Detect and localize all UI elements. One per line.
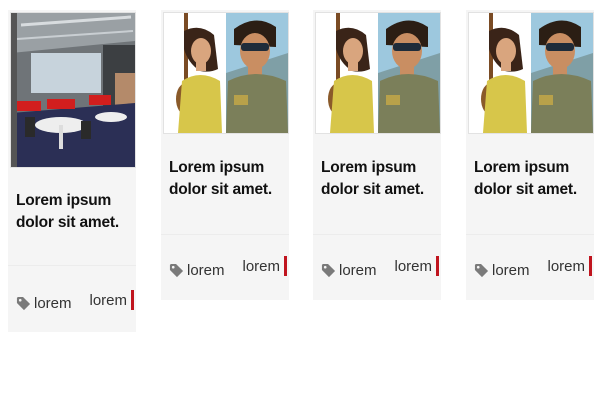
card-divider bbox=[313, 234, 441, 235]
tag-icon bbox=[321, 263, 336, 277]
article-tag[interactable]: lorem bbox=[16, 292, 72, 314]
tag-label[interactable]: lorem bbox=[492, 262, 530, 279]
article-card[interactable]: Lorem ipsum dolor sit amet. lorem lorem bbox=[8, 10, 136, 332]
tag-icon bbox=[16, 296, 31, 310]
article-card[interactable]: Lorem ipsum dolor sit amet. lorem lorem bbox=[161, 10, 289, 300]
tag-icon bbox=[169, 263, 184, 277]
article-author[interactable]: lorem bbox=[242, 256, 287, 276]
article-image-couple[interactable] bbox=[315, 12, 441, 134]
article-card[interactable]: Lorem ipsum dolor sit amet. lorem lorem bbox=[313, 10, 441, 300]
article-title[interactable]: Lorem ipsum dolor sit amet. bbox=[474, 157, 588, 201]
article-title[interactable]: Lorem ipsum dolor sit amet. bbox=[169, 157, 283, 201]
article-card[interactable]: Lorem ipsum dolor sit amet. lorem lorem bbox=[466, 10, 594, 300]
article-tag[interactable]: lorem bbox=[321, 259, 377, 281]
article-image-couple[interactable] bbox=[468, 12, 594, 134]
article-tag[interactable]: lorem bbox=[169, 259, 225, 281]
tag-label[interactable]: lorem bbox=[339, 262, 377, 279]
article-image-couple[interactable] bbox=[163, 12, 289, 134]
article-image-office[interactable] bbox=[10, 12, 136, 168]
article-title[interactable]: Lorem ipsum dolor sit amet. bbox=[321, 157, 435, 201]
article-author[interactable]: lorem bbox=[394, 256, 439, 276]
article-author[interactable]: lorem bbox=[89, 290, 134, 310]
tag-label[interactable]: lorem bbox=[34, 295, 72, 312]
article-tag[interactable]: lorem bbox=[474, 259, 530, 281]
tag-label[interactable]: lorem bbox=[187, 262, 225, 279]
tag-icon bbox=[474, 263, 489, 277]
card-divider bbox=[466, 234, 594, 235]
article-author[interactable]: lorem bbox=[547, 256, 592, 276]
card-divider bbox=[161, 234, 289, 235]
article-title[interactable]: Lorem ipsum dolor sit amet. bbox=[16, 190, 130, 234]
card-divider bbox=[8, 265, 136, 266]
